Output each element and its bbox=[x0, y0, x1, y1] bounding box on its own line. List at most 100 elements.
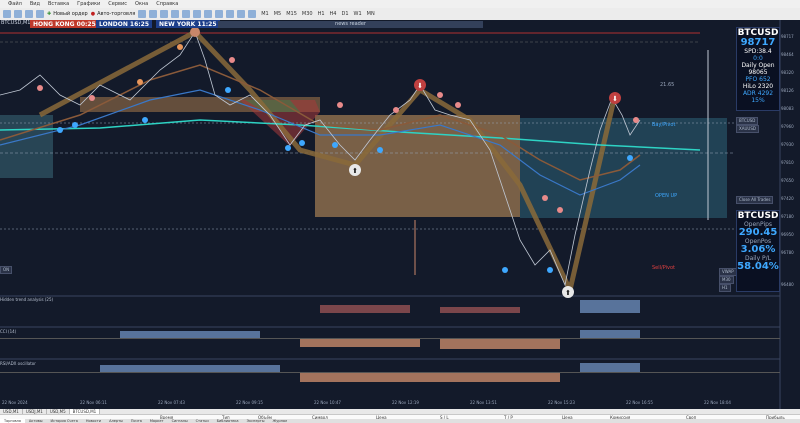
clock-new-york: NEW YORK 11:25 bbox=[156, 20, 220, 28]
timeframe-m30[interactable]: M30 bbox=[302, 11, 313, 17]
navigator-icon[interactable] bbox=[36, 10, 44, 18]
panel-daily-open-label: Daily Open bbox=[741, 62, 775, 69]
menu-insert[interactable]: Вставка bbox=[48, 1, 69, 7]
time-tick: 22 Nov 18:04 bbox=[704, 400, 731, 405]
zoom-out-icon[interactable] bbox=[149, 10, 158, 18]
symbol-button-btcusd[interactable]: BTCUSD bbox=[736, 117, 759, 125]
tab-news[interactable]: Новости bbox=[82, 419, 105, 423]
menu-charts[interactable]: Графики bbox=[77, 1, 100, 7]
zoom-in-icon[interactable] bbox=[138, 10, 147, 18]
price-chart[interactable]: ⬇ ⬇ ⬆ ⬆ HONG KONG 00:25 LONDON 16:25 NEW… bbox=[0, 20, 800, 409]
close-all-trades-button[interactable]: Close All Trades bbox=[736, 196, 774, 204]
tab-assets[interactable]: Активы bbox=[25, 419, 47, 423]
tab-alerts[interactable]: Алерты bbox=[105, 419, 127, 423]
price-tick: 98320 bbox=[781, 70, 794, 75]
timeframe-m15[interactable]: M15 bbox=[286, 11, 297, 17]
clock-hong-kong: HONG KONG 00:25 bbox=[30, 20, 99, 28]
menu-tools[interactable]: Сервис bbox=[108, 1, 127, 7]
supply-zone bbox=[315, 115, 520, 217]
market-watch-icon[interactable] bbox=[25, 10, 33, 18]
tab-market[interactable]: Маркет bbox=[146, 419, 168, 423]
on-toggle-button[interactable]: ON bbox=[0, 266, 13, 274]
price-tick: 96780 bbox=[781, 250, 794, 255]
terminal-tabs: Торговля Активы История Счета Новости Ал… bbox=[0, 419, 800, 423]
panel2-openpips: 290.45 bbox=[738, 227, 778, 238]
price-tick: 97810 bbox=[781, 160, 794, 165]
price-tick: 98464 bbox=[781, 52, 794, 57]
tab-signals[interactable]: Сигналы bbox=[168, 419, 192, 423]
price-tick: 96950 bbox=[781, 232, 794, 237]
swing-high-marker bbox=[190, 27, 200, 37]
buy-arrow-icon: ⬆ bbox=[352, 167, 358, 175]
tab-library[interactable]: Библиотека bbox=[213, 419, 243, 423]
sell-arrow-icon: ⬇ bbox=[417, 82, 423, 90]
price-tick: 98126 bbox=[781, 88, 794, 93]
news-reader-bar[interactable]: news reader bbox=[218, 21, 483, 28]
timeframe-m5[interactable]: M5 bbox=[274, 11, 282, 17]
crosshair-icon[interactable] bbox=[226, 10, 235, 18]
price-tick: 98717 bbox=[781, 34, 794, 39]
periods-icon[interactable] bbox=[193, 10, 202, 18]
time-tick: 22 Nov 10:47 bbox=[314, 400, 341, 405]
panel2-symbol: BTCUSD bbox=[737, 211, 779, 221]
open-up-label: OPEN UP bbox=[655, 193, 678, 199]
position-info-panel: BTCUSD OpenPips 290.45 OpenPos 3.06% Dai… bbox=[736, 210, 780, 292]
panel-spread: SPD:38.4 bbox=[744, 48, 772, 55]
menu-bar: Файл Вид Вставка Графики Сервис Окна Спр… bbox=[0, 0, 800, 8]
vwap-button[interactable]: VWAP bbox=[719, 268, 737, 276]
new-order-button[interactable]: ✚ Новый ордер bbox=[47, 10, 88, 19]
timeframe-w1[interactable]: W1 bbox=[354, 11, 362, 17]
chart-symbol-label: BTCUSD,M1 bbox=[1, 20, 31, 26]
time-tick: 22 Nov 07:43 bbox=[158, 400, 185, 405]
sell-pivot-label: Sell/Pivot bbox=[652, 265, 675, 271]
m30-button[interactable]: M30 bbox=[719, 276, 734, 284]
panel-hilo: HiLo 2320 bbox=[742, 83, 774, 90]
price-tick: 98083 bbox=[781, 106, 794, 111]
panel-ratio: 0:0 bbox=[753, 55, 763, 62]
text-tool-icon[interactable] bbox=[248, 10, 257, 18]
profiles-icon[interactable] bbox=[14, 10, 22, 18]
symbol-button-xauusd[interactable]: XAUUSD bbox=[736, 125, 759, 133]
price-tick: 97930 bbox=[781, 142, 794, 147]
tile-icon[interactable] bbox=[160, 10, 169, 18]
autotrading-button[interactable]: ● Авто-торговля bbox=[91, 10, 136, 19]
indicator-histogram-3 bbox=[0, 363, 780, 382]
panel-pct: 15% bbox=[751, 97, 765, 104]
indicators-icon[interactable] bbox=[182, 10, 191, 18]
chart-canvas: ⬇ ⬇ ⬆ ⬆ bbox=[0, 20, 781, 409]
new-chart-icon[interactable] bbox=[3, 10, 11, 18]
tab-mail[interactable]: Почта bbox=[127, 419, 146, 423]
tab-experts[interactable]: Эксперты bbox=[243, 419, 269, 423]
timeframe-h4[interactable]: H4 bbox=[330, 11, 337, 17]
timeframe-d1[interactable]: D1 bbox=[341, 11, 348, 17]
price-tick: 96480 bbox=[781, 282, 794, 287]
timeframe-h1[interactable]: H1 bbox=[318, 11, 325, 17]
time-tick: 22 Nov 2024 bbox=[2, 400, 28, 405]
panel-adr: ADR 4292 bbox=[742, 90, 774, 97]
tab-journal[interactable]: Журнал bbox=[269, 419, 292, 423]
plus-icon: ✚ bbox=[47, 11, 52, 17]
sell-arrow-icon: ⬇ bbox=[612, 95, 618, 103]
panel2-dailypl: 58.04% bbox=[737, 261, 779, 272]
menu-view[interactable]: Вид bbox=[30, 1, 40, 7]
panel-pfo: PFO 652 bbox=[745, 76, 771, 83]
price-tick: 97960 bbox=[781, 124, 794, 129]
timeframe-mn[interactable]: MN bbox=[367, 11, 375, 17]
time-tick: 22 Nov 09:15 bbox=[236, 400, 263, 405]
h1-button[interactable]: H1 bbox=[719, 284, 731, 292]
tab-trade[interactable]: Торговля bbox=[0, 419, 25, 423]
menu-file[interactable]: Файл bbox=[8, 1, 22, 7]
time-tick: 22 Nov 06:11 bbox=[80, 400, 107, 405]
cursor-icon[interactable] bbox=[215, 10, 224, 18]
price-tick: 97420 bbox=[781, 196, 794, 201]
timeframe-m1[interactable]: M1 bbox=[261, 11, 269, 17]
menu-help[interactable]: Справка bbox=[156, 1, 178, 7]
line-tool-icon[interactable] bbox=[237, 10, 246, 18]
panel-price: 98717 bbox=[740, 37, 776, 48]
templates-icon[interactable] bbox=[204, 10, 213, 18]
tab-history[interactable]: История Счета bbox=[47, 419, 82, 423]
scroll-icon[interactable] bbox=[171, 10, 180, 18]
price-tick: 97180 bbox=[781, 214, 794, 219]
tab-articles[interactable]: Статьи bbox=[192, 419, 213, 423]
menu-window[interactable]: Окна bbox=[135, 1, 148, 7]
